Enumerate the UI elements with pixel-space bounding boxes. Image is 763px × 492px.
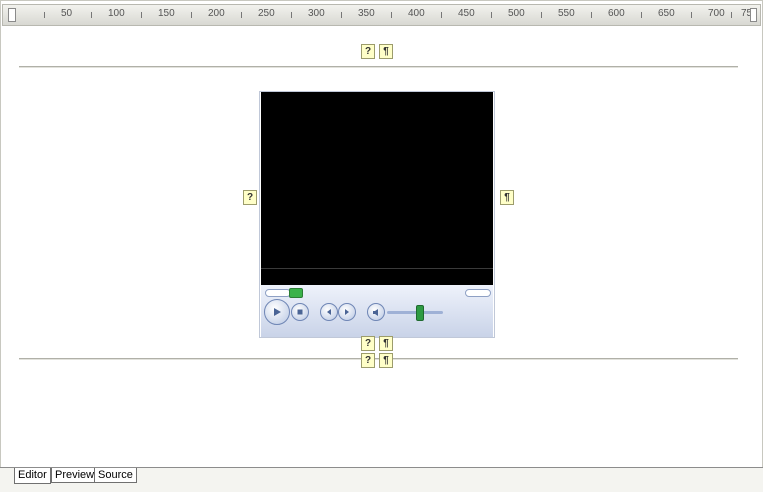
paragraph-marker[interactable]: ¶ — [379, 353, 393, 368]
paragraph-marker[interactable]: ¶ — [500, 190, 514, 205]
ruler-label: 650 — [658, 8, 675, 19]
ruler-tick — [191, 12, 192, 18]
ruler-label: 450 — [458, 8, 475, 19]
ruler-tick — [44, 12, 45, 18]
invisible-element-marker[interactable]: ? — [361, 353, 375, 368]
invisible-element-marker[interactable]: ? — [361, 44, 375, 59]
ruler-label: 100 — [108, 8, 125, 19]
ruler-tick — [241, 12, 242, 18]
player-controls — [261, 285, 493, 337]
ruler-label: 300 — [308, 8, 325, 19]
tab-preview[interactable]: Preview — [51, 468, 99, 483]
ruler-label: 150 — [158, 8, 175, 19]
ruler-tick — [591, 12, 592, 18]
volume-track[interactable] — [387, 311, 443, 314]
ruler-tick — [341, 12, 342, 18]
video-display[interactable] — [261, 92, 493, 268]
invisible-element-marker[interactable]: ? — [243, 190, 257, 205]
previous-button[interactable] — [320, 303, 338, 321]
ruler-start-marker[interactable] — [8, 8, 16, 22]
ruler-tick — [441, 12, 442, 18]
embedded-media-player[interactable] — [259, 91, 495, 338]
options-pill[interactable] — [465, 289, 491, 297]
ruler-label: 500 — [508, 8, 525, 19]
mute-button[interactable] — [367, 303, 385, 321]
tab-editor[interactable]: Editor — [14, 468, 51, 484]
play-button[interactable] — [264, 299, 290, 325]
seek-track[interactable] — [265, 289, 291, 297]
paragraph-marker[interactable]: ¶ — [379, 336, 393, 351]
ruler-tick — [731, 12, 732, 18]
ruler-label: 250 — [258, 8, 275, 19]
horizontal-ruler: 50 100 150 200 250 300 350 400 450 500 5… — [2, 4, 761, 26]
ruler-label: 350 — [358, 8, 375, 19]
view-tabs: Editor Preview Source — [0, 467, 763, 492]
ruler-end-marker[interactable] — [750, 8, 757, 22]
volume-thumb[interactable] — [416, 305, 424, 321]
ruler-tick — [391, 12, 392, 18]
ruler-tick — [491, 12, 492, 18]
stop-icon — [297, 309, 303, 315]
speaker-icon — [372, 308, 378, 316]
next-button[interactable] — [338, 303, 356, 321]
ruler-label: 700 — [708, 8, 725, 19]
invisible-element-marker[interactable]: ? — [361, 336, 375, 351]
ruler-label: 200 — [208, 8, 225, 19]
paragraph-marker[interactable]: ¶ — [379, 44, 393, 59]
previous-icon — [327, 309, 331, 315]
ruler-tick — [141, 12, 142, 18]
tab-source[interactable]: Source — [94, 468, 137, 483]
ruler-tick — [291, 12, 292, 18]
ruler-tick — [91, 12, 92, 18]
stop-button[interactable] — [291, 303, 309, 321]
horizontal-rule-top[interactable] — [19, 66, 738, 68]
ruler-tick — [691, 12, 692, 18]
video-progress-area — [261, 268, 493, 285]
ruler-label: 400 — [408, 8, 425, 19]
ruler-label: 550 — [558, 8, 575, 19]
ruler-label: 50 — [61, 8, 73, 19]
ruler-label: 600 — [608, 8, 625, 19]
ruler-tick — [641, 12, 642, 18]
seek-thumb[interactable] — [289, 288, 303, 298]
next-icon — [345, 309, 349, 315]
ruler-tick — [541, 12, 542, 18]
play-icon — [274, 308, 281, 316]
